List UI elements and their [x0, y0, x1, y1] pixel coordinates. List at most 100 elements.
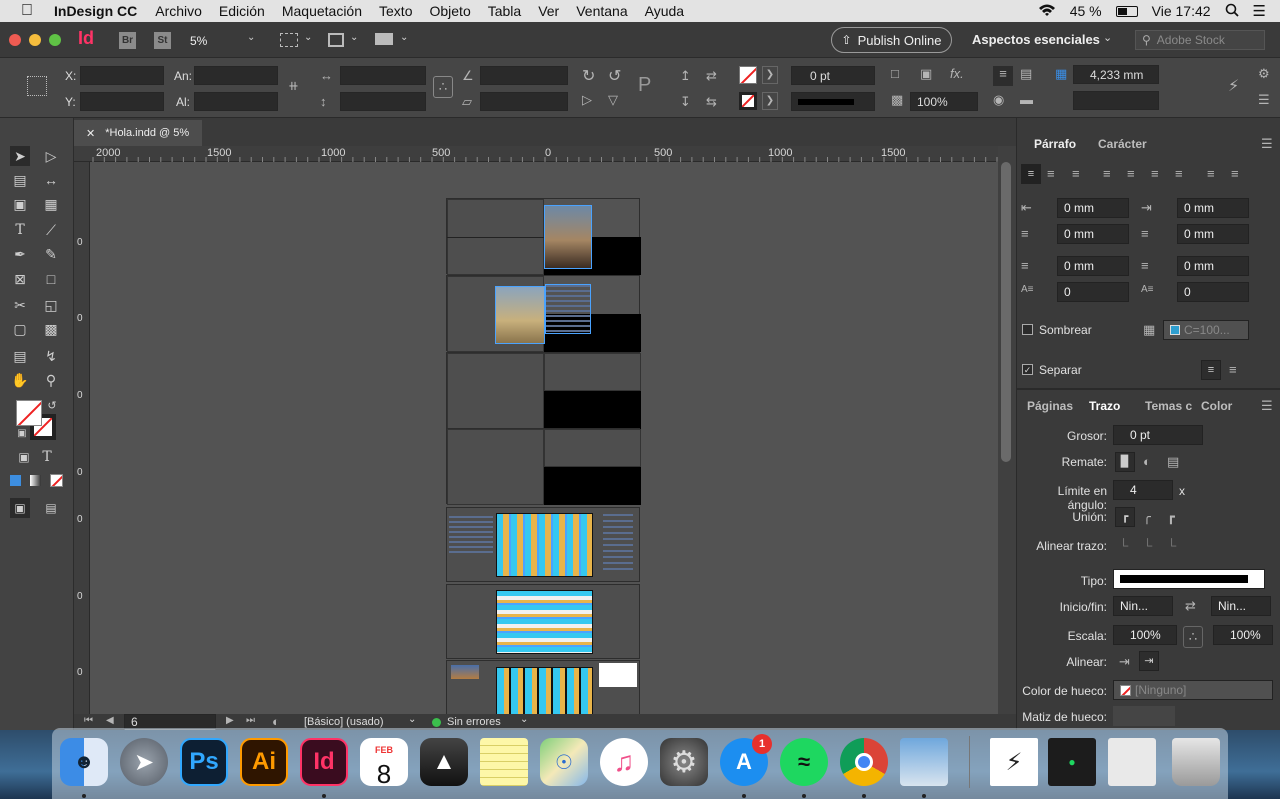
- flip-horizontal-icon[interactable]: ▷: [582, 92, 592, 108]
- direct-selection-tool-icon[interactable]: ▷: [41, 146, 61, 166]
- gap-color-dropdown[interactable]: [Ninguno]: [1113, 680, 1273, 700]
- select-content-icon[interactable]: ↧: [680, 94, 691, 110]
- finder-icon[interactable]: ☻: [60, 738, 108, 786]
- chrome-icon[interactable]: [840, 738, 888, 786]
- free-transform-tool-icon[interactable]: ◱: [41, 295, 61, 315]
- scissors-tool-icon[interactable]: ✂: [10, 295, 30, 315]
- page-left[interactable]: [447, 429, 544, 505]
- clock[interactable]: Vie 17:42: [1152, 3, 1211, 19]
- tab-trazo[interactable]: Trazo: [1089, 399, 1120, 413]
- illustrator-icon[interactable]: Ai: [240, 738, 288, 786]
- square-cap-icon[interactable]: ▤: [1167, 454, 1179, 470]
- eyedropper-tool-icon[interactable]: ↯: [41, 346, 61, 366]
- align-stroke-center-icon[interactable]: └: [1119, 538, 1128, 553]
- zip-file-icon[interactable]: ⚡: [990, 738, 1038, 786]
- flip-vertical-icon[interactable]: ▽: [608, 92, 618, 108]
- rectangle-frame-tool-icon[interactable]: ⊠: [10, 269, 30, 289]
- vertical-ruler[interactable]: 0 0 0 0 0 0 0: [74, 162, 90, 714]
- adobe-stock-search-input[interactable]: ⚲ Adobe Stock: [1135, 30, 1265, 50]
- shading-swatch-dropdown[interactable]: C=100...: [1163, 320, 1249, 340]
- x-position-field[interactable]: [80, 66, 164, 85]
- screen-mode-icon[interactable]: [280, 33, 298, 47]
- gap-tint-field[interactable]: [1113, 706, 1175, 726]
- rectangle-tool-icon[interactable]: □: [41, 269, 61, 289]
- default-fill-stroke-icon[interactable]: ▣: [12, 424, 32, 444]
- link-scale-icon[interactable]: ∴: [1183, 626, 1203, 648]
- align-center-icon[interactable]: ≡: [1047, 166, 1055, 181]
- y-position-field[interactable]: [80, 92, 164, 111]
- spread-4[interactable]: [446, 428, 641, 505]
- drop-cap-chars-field[interactable]: 0: [1177, 282, 1249, 302]
- menu-maquetacion[interactable]: Maquetación: [282, 3, 362, 19]
- align-left-icon[interactable]: ≡: [1021, 164, 1041, 184]
- calendar-icon[interactable]: FEB 8: [360, 738, 408, 787]
- app-store-icon[interactable]: A 1: [720, 734, 772, 786]
- space-before-field[interactable]: 0 mm: [1057, 256, 1129, 276]
- select-next-icon[interactable]: ⇆: [706, 94, 717, 110]
- pasteboard[interactable]: [90, 162, 998, 714]
- text-wrap-box-icon[interactable]: ▤: [1020, 66, 1032, 82]
- selection-tool-icon[interactable]: ➤: [10, 146, 30, 166]
- align-right-icon[interactable]: ≡: [1072, 166, 1080, 181]
- itunes-icon[interactable]: ♫: [600, 738, 648, 786]
- spotify-icon[interactable]: ≈: [780, 738, 828, 786]
- apple-icon[interactable]: : [0, 2, 54, 20]
- menu-archivo[interactable]: Archivo: [155, 3, 202, 19]
- battery-icon[interactable]: [1115, 5, 1138, 17]
- spread-3[interactable]: [446, 352, 641, 429]
- height-field[interactable]: [194, 92, 278, 111]
- align-stroke-inside-icon[interactable]: └: [1143, 538, 1152, 553]
- quick-apply-icon[interactable]: ⚡: [1228, 76, 1239, 96]
- type-tool-icon[interactable]: T: [10, 220, 30, 240]
- select-container-icon[interactable]: ↥: [680, 68, 691, 84]
- last-page-icon[interactable]: ⏭: [246, 715, 255, 726]
- tab-caracter[interactable]: Carácter: [1098, 137, 1147, 151]
- close-window-button[interactable]: [9, 34, 21, 46]
- white-card[interactable]: [599, 663, 637, 687]
- opacity-field[interactable]: 100%: [910, 92, 978, 111]
- reference-point-icon[interactable]: [27, 76, 47, 96]
- view-options-chevron-icon[interactable]: ⌄: [350, 32, 358, 43]
- text-wrap-shape-icon[interactable]: ◉: [993, 92, 1004, 108]
- swap-fill-stroke-icon[interactable]: ↺: [42, 396, 62, 416]
- arrow-extend-icon[interactable]: ⇥: [1119, 654, 1130, 670]
- master-chevron-icon[interactable]: ⌄: [408, 714, 416, 725]
- split-columns-icon[interactable]: ≡: [1229, 362, 1237, 377]
- shading-checkbox[interactable]: [1022, 324, 1033, 335]
- rotate-ccw-icon[interactable]: ↺: [608, 66, 621, 86]
- fill-none-swatch[interactable]: [739, 66, 757, 84]
- miter-field[interactable]: 4: [1113, 480, 1173, 500]
- round-cap-icon[interactable]: ◐: [1143, 454, 1151, 469]
- panel-menu-icon[interactable]: ☰: [1261, 136, 1273, 152]
- master-page-label[interactable]: [Básico] (usado): [304, 716, 383, 728]
- page-right[interactable]: [544, 429, 641, 467]
- stroke-chevron-icon[interactable]: ❯: [762, 92, 778, 110]
- preview-icon[interactable]: [900, 738, 948, 786]
- apply-gradient-icon[interactable]: [30, 475, 41, 486]
- align-away-spine-icon[interactable]: ≡: [1231, 166, 1239, 181]
- side-text-frames-right[interactable]: [603, 514, 633, 570]
- effects-fx-icon[interactable]: fx.: [950, 66, 964, 81]
- previous-page-icon[interactable]: ◀: [106, 715, 114, 726]
- workspace-chevron-icon[interactable]: ⌄: [1103, 31, 1112, 44]
- preflight-chevron-icon[interactable]: ⌄: [520, 714, 528, 725]
- line-tool-icon[interactable]: ⟋: [41, 220, 61, 240]
- apply-none-icon[interactable]: [50, 474, 63, 487]
- desert-image[interactable]: [495, 286, 545, 344]
- stroke-type-field[interactable]: [1113, 569, 1265, 589]
- align-towards-spine-icon[interactable]: ≡: [1207, 166, 1215, 181]
- system-preferences-icon[interactable]: ⚙: [660, 738, 708, 786]
- page-right-black[interactable]: [544, 467, 641, 505]
- zoom-level[interactable]: 5%: [190, 34, 207, 48]
- cover-image[interactable]: [544, 205, 592, 269]
- swap-start-end-icon[interactable]: ⇄: [1185, 598, 1196, 614]
- separate-checkbox[interactable]: ✓: [1022, 364, 1033, 375]
- scale-x-field[interactable]: [340, 66, 426, 85]
- tab-color[interactable]: Color: [1201, 399, 1232, 413]
- side-text-frames[interactable]: [449, 516, 493, 556]
- hand-tool-icon[interactable]: ✋: [10, 370, 30, 390]
- right-indent-field[interactable]: 0 mm: [1177, 198, 1249, 218]
- minimize-window-button[interactable]: [29, 34, 41, 46]
- path-type-p-icon[interactable]: P: [638, 74, 651, 97]
- last-line-indent-field[interactable]: 0 mm: [1177, 224, 1249, 244]
